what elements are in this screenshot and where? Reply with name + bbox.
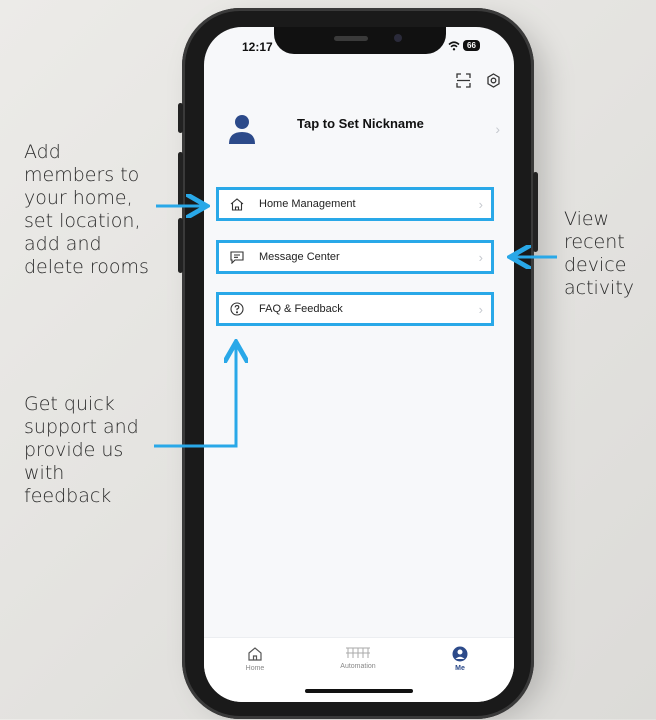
menu-item-label: FAQ & Feedback xyxy=(259,303,343,315)
menu-item-faq-feedback[interactable]: FAQ & Feedback › xyxy=(216,292,494,326)
tab-me[interactable]: Me xyxy=(425,646,495,672)
chevron-right-icon: › xyxy=(495,121,500,137)
chevron-right-icon: › xyxy=(478,196,483,212)
person-icon xyxy=(452,646,468,662)
user-avatar-icon xyxy=(229,115,255,144)
tab-automation[interactable]: Automation xyxy=(323,646,393,670)
phone-power-button xyxy=(533,172,538,252)
tab-label: Me xyxy=(455,665,465,672)
chevron-right-icon: › xyxy=(478,249,483,265)
front-camera xyxy=(394,34,402,42)
menu-item-label: Message Center xyxy=(259,251,340,263)
phone-notch xyxy=(274,27,446,54)
annotation-home-management: Add members to your home, set location, … xyxy=(24,141,149,278)
automation-icon xyxy=(346,647,370,658)
chevron-right-icon: › xyxy=(478,301,483,317)
phone-volume-up xyxy=(178,152,183,207)
speaker-grille xyxy=(334,36,368,41)
battery-indicator: 66 xyxy=(463,40,480,51)
nickname-label: Tap to Set Nickname xyxy=(297,115,424,131)
phone-volume-down xyxy=(178,218,183,273)
home-indicator xyxy=(305,689,413,693)
profile-row[interactable]: Tap to Set Nickname › xyxy=(220,109,500,149)
menu-item-message-center[interactable]: Message Center › xyxy=(216,240,494,274)
status-time: 12:17 xyxy=(242,40,273,54)
menu-item-label: Home Management xyxy=(259,198,356,210)
settings-icon[interactable] xyxy=(484,71,502,89)
menu-item-home-management[interactable]: Home Management › xyxy=(216,187,494,221)
house-icon xyxy=(229,196,245,212)
tab-label: Automation xyxy=(340,663,376,670)
annotation-faq-feedback: Get quick support and provide us with fe… xyxy=(24,393,139,507)
annotation-message-center: View recent device activity xyxy=(564,208,635,299)
app-screen: 12:17 66 Tap to Set Nickname › Home Mana… xyxy=(204,27,514,702)
tab-home[interactable]: Home xyxy=(220,646,290,672)
phone-side-button xyxy=(178,103,183,133)
tab-label: Home xyxy=(245,665,265,672)
scan-icon[interactable] xyxy=(454,71,472,89)
home-icon xyxy=(248,647,262,661)
question-icon xyxy=(229,301,245,317)
status-icons: 66 xyxy=(448,40,480,51)
wifi-icon xyxy=(448,40,460,50)
message-icon xyxy=(229,249,245,265)
